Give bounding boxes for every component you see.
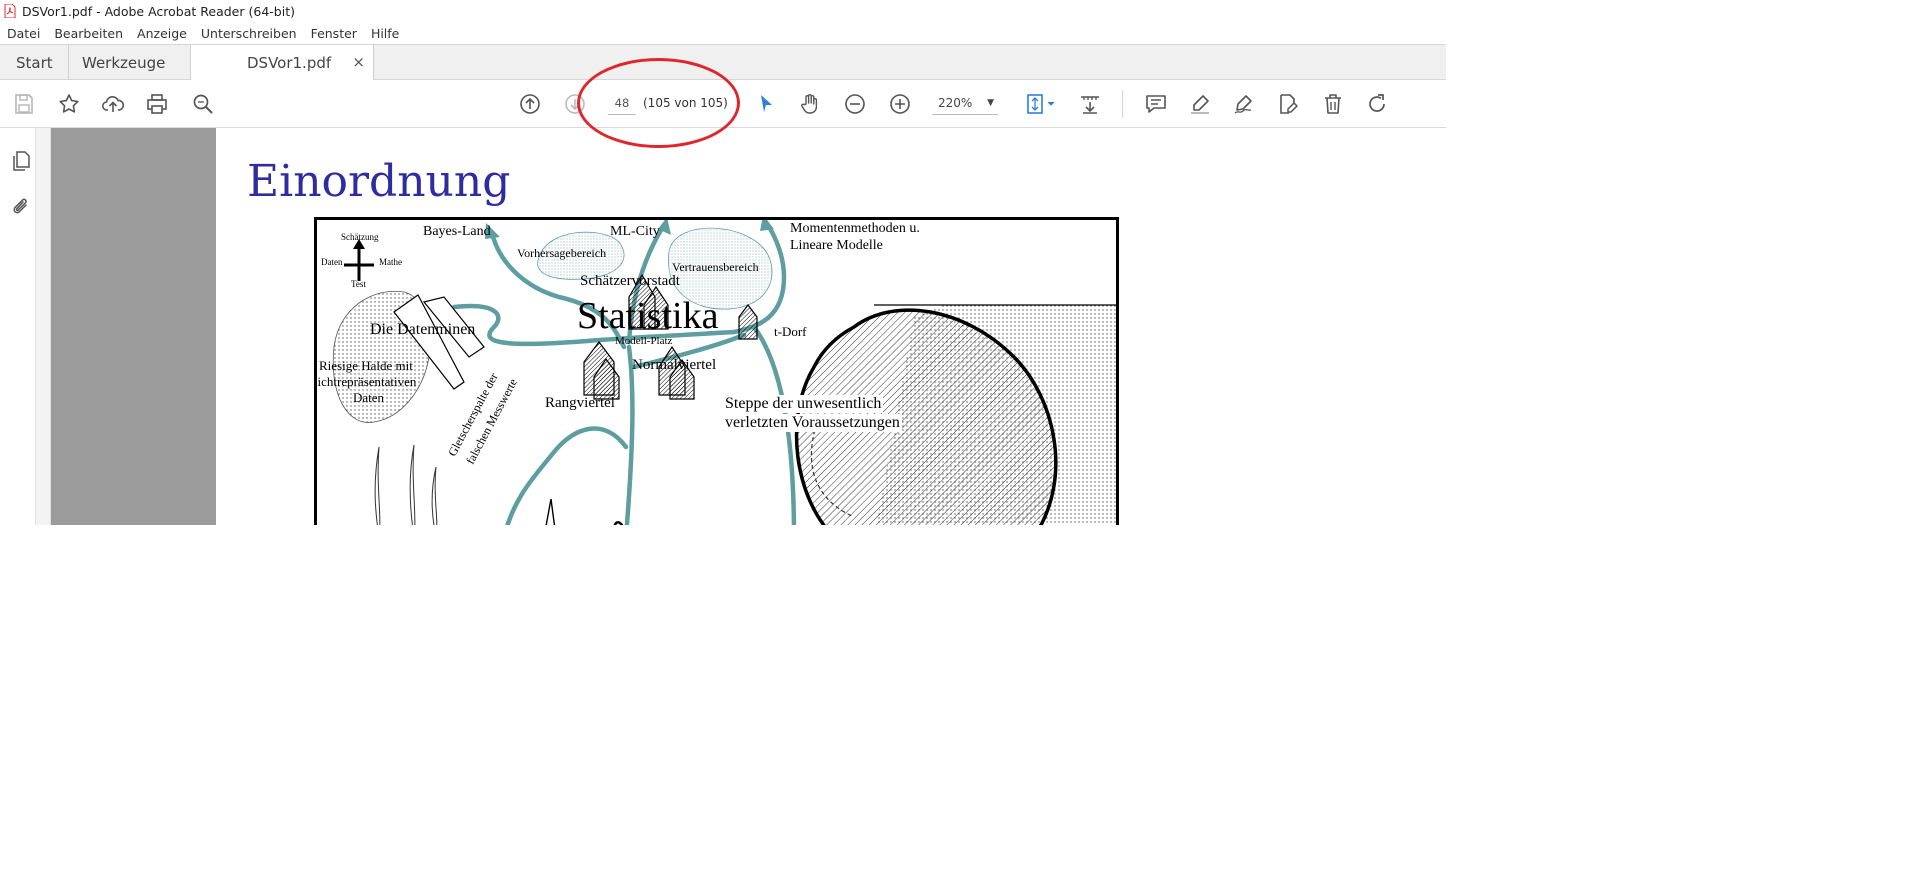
- cloud-upload-icon: [101, 96, 125, 112]
- save-icon: [15, 94, 33, 114]
- zoom-out-button[interactable]: [842, 91, 868, 117]
- page-number-input[interactable]: 48: [608, 92, 636, 115]
- paperclip-icon: [13, 198, 27, 214]
- map-label-steppe-line2: verletzten Voraussetzungen: [723, 414, 902, 432]
- tab-tools[interactable]: Werkzeuge: [82, 45, 165, 80]
- fill-sign-button[interactable]: [1275, 91, 1301, 117]
- pen-draw-icon: [1234, 95, 1252, 114]
- side-scroll-strip[interactable]: [36, 128, 51, 525]
- zoom-in-button[interactable]: [887, 91, 913, 117]
- map-label-rangviertel: Rangviertel: [545, 395, 615, 411]
- map-label-datenminen: Die Datenminen: [370, 321, 476, 338]
- arrow-down-circle-icon: [565, 94, 585, 114]
- print-button[interactable]: [144, 91, 170, 117]
- zoom-level-value: 220%: [938, 96, 973, 110]
- rotate-button[interactable]: [1364, 91, 1390, 117]
- menu-hilfe[interactable]: Hilfe: [364, 26, 406, 41]
- statistics-map-figure: Schätzung Daten Mathe Test Bayes-Land Vo…: [314, 217, 1119, 525]
- map-label-tdorf: t-Dorf: [774, 324, 807, 339]
- find-text-button[interactable]: [190, 91, 216, 117]
- draw-freeform-button[interactable]: [1231, 91, 1257, 117]
- highlighter-pen-icon: [1191, 95, 1209, 114]
- map-label-modellplatz: Modell-Platz: [615, 335, 673, 347]
- title-bar: DSVor1.pdf - Adobe Acrobat Reader (64-bi…: [0, 0, 1446, 22]
- hand-icon: [801, 94, 818, 114]
- comment-button[interactable]: [1143, 91, 1169, 117]
- map-label-schaetzervorstadt: Schätzervorstadt: [580, 273, 680, 289]
- tab-document-label: DSVor1.pdf: [247, 53, 332, 72]
- menu-anzeige[interactable]: Anzeige: [130, 26, 194, 41]
- plus-circle-icon: [890, 94, 910, 114]
- map-label-halde-line3: Daten: [353, 390, 385, 405]
- printer-icon: [147, 94, 167, 114]
- toolbar: 48 (105 von 105) 220% ▼: [0, 80, 1446, 128]
- map-label-halde-line2: nichtrepräsentativen: [314, 374, 417, 389]
- tab-start-label: Start: [16, 53, 53, 72]
- tab-bar: Start Werkzeuge DSVor1.pdf ×: [0, 44, 1446, 80]
- delete-button[interactable]: [1320, 91, 1346, 117]
- menu-datei[interactable]: Datei: [0, 26, 47, 41]
- tab-divider: [68, 45, 69, 80]
- save-button[interactable]: [11, 91, 37, 117]
- page-thumbnails-button[interactable]: [10, 150, 32, 172]
- search-icon: [193, 94, 213, 114]
- highlight-button[interactable]: [1187, 91, 1213, 117]
- toolbar-divider: [1122, 90, 1123, 118]
- pdf-file-icon: [4, 3, 16, 19]
- scroll-mode-button[interactable]: [1077, 91, 1103, 117]
- previous-page-button[interactable]: [517, 91, 543, 117]
- map-label-mlcity: ML-City: [610, 224, 660, 239]
- tab-document[interactable]: DSVor1.pdf ×: [190, 45, 374, 80]
- bookmark-star-button[interactable]: [56, 91, 82, 117]
- next-page-button[interactable]: [562, 91, 588, 117]
- scroll-mode-icon: [1081, 96, 1099, 114]
- fit-page-icon: [1027, 94, 1055, 114]
- map-label-lineare: Lineare Modelle: [790, 238, 883, 253]
- zoom-level-select[interactable]: 220% ▼: [932, 92, 998, 115]
- sign-document-icon: [1280, 94, 1298, 114]
- compass-label-schaetzung: Schätzung: [341, 232, 379, 242]
- pages-icon: [13, 151, 30, 171]
- star-icon: [59, 94, 79, 113]
- hand-tool-button[interactable]: [797, 91, 823, 117]
- map-label-normalviertel: Normalviertel: [632, 357, 717, 373]
- slide-title: Einordnung: [247, 156, 511, 207]
- document-page[interactable]: Einordnung Schätzung Daten Mathe Test Ba…: [216, 128, 1446, 525]
- compass-label-test: Test: [351, 279, 366, 289]
- map-label-steppe-line1: Steppe der unwesentlich: [723, 395, 884, 413]
- menu-fenster[interactable]: Fenster: [304, 26, 364, 41]
- rotate-clockwise-icon: [1369, 94, 1385, 112]
- menu-bar: Datei Bearbeiten Anzeige Unterschreiben …: [0, 22, 1446, 44]
- window-title: DSVor1.pdf - Adobe Acrobat Reader (64-bi…: [22, 3, 295, 19]
- navigation-pane: [0, 128, 36, 525]
- select-tool-button[interactable]: [753, 91, 779, 117]
- page-fit-button[interactable]: [1024, 91, 1058, 117]
- compass-label-daten: Daten: [321, 257, 343, 267]
- chevron-down-icon: ▼: [987, 98, 994, 108]
- map-label-vertrauen: Vertrauensbereich: [672, 260, 759, 274]
- map-label-vorhersage: Vorhersagebereich: [517, 246, 607, 260]
- menu-unterschreiben[interactable]: Unterschreiben: [194, 26, 304, 41]
- attachments-button[interactable]: [10, 196, 32, 218]
- trash-icon: [1325, 94, 1341, 114]
- map-label-bayes: Bayes-Land: [423, 224, 491, 239]
- tab-start[interactable]: Start: [16, 45, 53, 80]
- upload-cloud-button[interactable]: [100, 91, 126, 117]
- acrobat-window: DSVor1.pdf - Adobe Acrobat Reader (64-bi…: [0, 0, 1446, 525]
- map-label-momenten: Momentenmethoden u.: [790, 221, 920, 236]
- document-margin-area: [51, 128, 216, 525]
- arrow-up-circle-icon: [520, 94, 540, 114]
- comment-icon: [1146, 95, 1166, 113]
- cursor-arrow-icon: [761, 95, 772, 112]
- tab-tools-label: Werkzeuge: [82, 53, 166, 72]
- menu-bearbeiten[interactable]: Bearbeiten: [47, 26, 130, 41]
- close-tab-icon[interactable]: ×: [352, 53, 365, 71]
- map-label-statistika: Statistika: [577, 295, 719, 337]
- map-label-halde-line1: Riesige Halde mit: [319, 358, 413, 373]
- compass-label-mathe: Mathe: [379, 257, 402, 267]
- page-count-label: (105 von 105): [643, 96, 728, 110]
- minus-circle-icon: [845, 94, 865, 114]
